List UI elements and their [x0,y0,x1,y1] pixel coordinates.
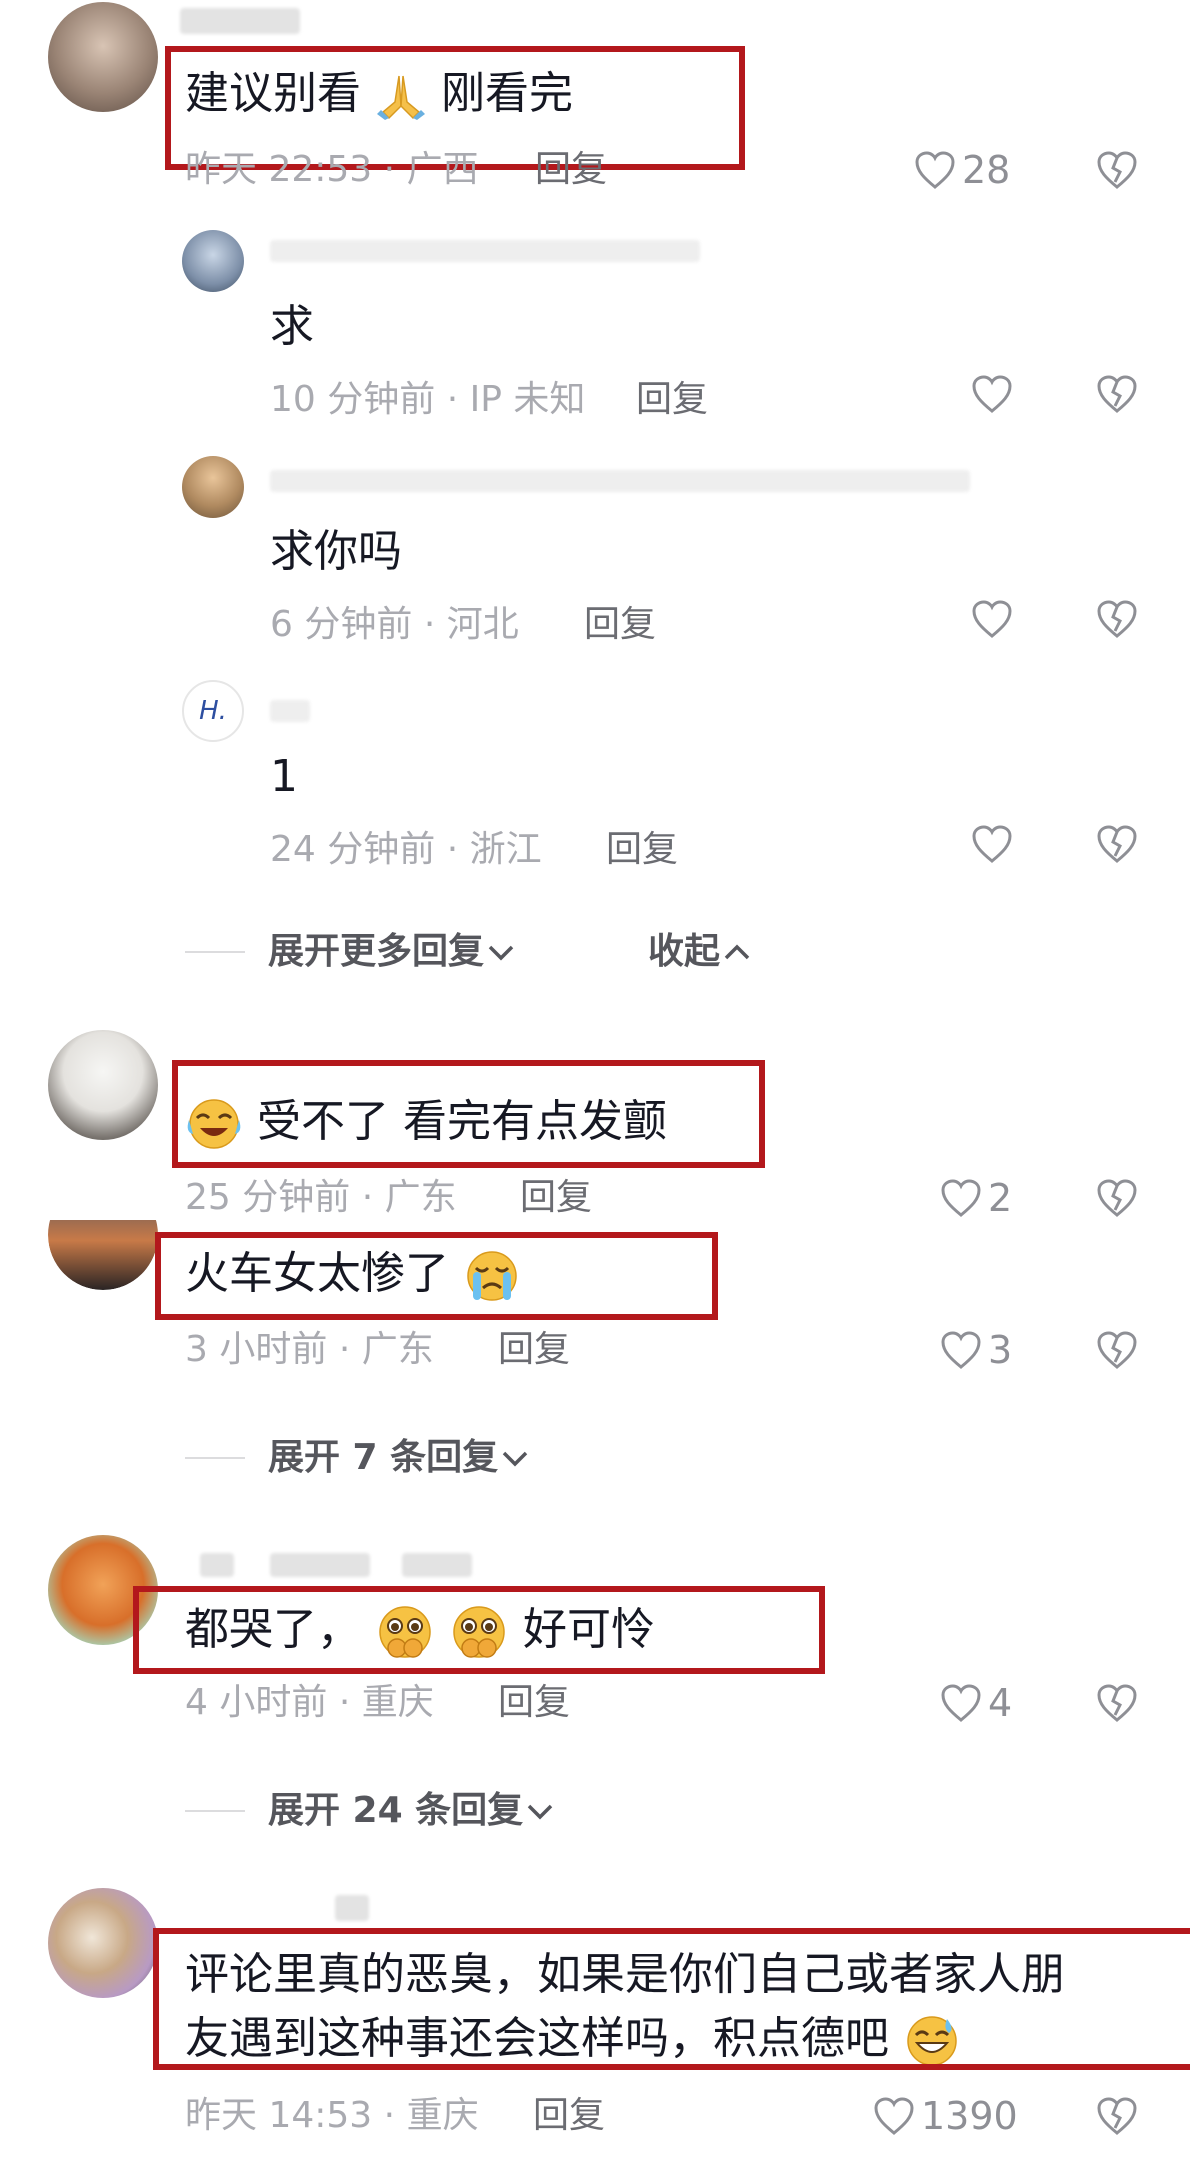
reply-avatar[interactable] [182,456,244,518]
reply-button[interactable]: 回复 [636,382,708,418]
highlight-box [155,1232,718,1320]
reply-button[interactable]: 回复 [498,1332,570,1368]
location: 重庆 [406,2095,479,2136]
comment-meta: 4 小时前 · 重庆 [185,1682,434,1723]
timestamp: 3 小时前 [185,1329,328,1370]
location: 广东 [384,1177,457,1218]
heart-icon[interactable] [971,374,1013,414]
heart-icon [915,151,955,189]
heart-icon[interactable] [971,824,1013,864]
location: IP 未知 [469,379,586,420]
heart-icon [941,1684,981,1722]
avatar[interactable] [48,2,158,112]
timestamp: 6 分钟前 [270,604,413,645]
heart-icon [941,1179,981,1217]
username-blurred [200,1553,234,1577]
avatar[interactable] [48,1030,158,1140]
dislike-heart-icon[interactable] [1096,374,1138,414]
like-button[interactable]: 4 [940,1683,1012,1723]
location: 河北 [446,604,519,645]
reply-button[interactable]: 回复 [606,832,678,868]
reply-text: 求你吗 [270,526,402,577]
reply-button[interactable]: 回复 [498,1685,570,1721]
like-count: 1390 [921,2094,1018,2138]
like-count: 4 [988,1681,1013,1725]
like-button[interactable]: 3 [940,1330,1012,1370]
chevron-up-icon [724,944,750,960]
dislike-heart-icon[interactable] [1096,2096,1138,2136]
divider [185,1457,245,1459]
reply-text: 求 [270,301,314,352]
chevron-down-icon [527,1804,553,1820]
expand-replies-button[interactable]: 展开 7 条回复 [268,1440,532,1476]
like-count: 2 [988,1176,1013,1220]
comment-meta: 昨天 22:53 · 广西 [185,149,479,190]
like-button[interactable]: 28 [914,150,1010,190]
divider [185,951,245,953]
comment-meta: 昨天 14:53 · 重庆 [185,2095,479,2136]
reply-button[interactable]: 回复 [520,1180,592,1216]
reply-avatar[interactable] [182,230,244,292]
heart-icon [941,1331,981,1369]
expand-more-replies-button[interactable]: 展开更多回复 [268,934,518,970]
heart-icon [874,2097,914,2135]
highlight-box [153,1928,1190,2070]
comment-meta: 3 小时前 · 广东 [185,1329,434,1370]
reply-meta: 24 分钟前 · 浙江 [270,829,542,870]
location: 广东 [361,1329,434,1370]
comment-meta: 25 分钟前 · 广东 [185,1177,457,1218]
dislike-heart-icon[interactable] [1096,150,1138,190]
like-button[interactable]: 2 [940,1178,1012,1218]
expand-replies-button[interactable]: 展开 24 条回复 [268,1793,557,1829]
dislike-heart-icon[interactable] [1096,1178,1138,1218]
heart-icon[interactable] [971,599,1013,639]
chevron-down-icon [502,1451,528,1467]
reply-meta: 6 分钟前 · 河北 [270,604,519,645]
timestamp: 10 分钟前 [270,379,436,420]
avatar-initial: H. [199,696,227,726]
reply-text: 1 [270,751,298,802]
dislike-heart-icon[interactable] [1096,824,1138,864]
username-blurred [270,1553,370,1577]
dislike-heart-icon[interactable] [1096,599,1138,639]
dislike-heart-icon[interactable] [1096,1683,1138,1723]
username-blurred [335,1895,369,1921]
reply-button[interactable]: 回复 [535,152,607,188]
timestamp: 4 小时前 [185,1682,328,1723]
timestamp: 25 分钟前 [185,1177,351,1218]
like-count: 3 [988,1328,1013,1372]
avatar[interactable] [48,1220,158,1290]
username-blurred [270,240,700,262]
highlight-box [133,1586,825,1674]
collapse-button[interactable]: 收起 [648,934,754,970]
dislike-heart-icon[interactable] [1096,1330,1138,1370]
username-blurred [402,1553,472,1577]
username-blurred [180,8,300,34]
chevron-down-icon [488,945,514,961]
timestamp: 昨天 14:53 [185,2095,373,2136]
location: 重庆 [361,1682,434,1723]
like-count: 28 [962,148,1011,192]
timestamp: 24 分钟前 [270,829,436,870]
reply-avatar[interactable]: H. [182,680,244,742]
timestamp: 昨天 22:53 [185,149,373,190]
username-blurred [270,470,970,492]
location: 浙江 [469,829,542,870]
like-button[interactable]: 1390 [873,2096,1018,2136]
username-blurred [270,700,310,722]
reply-button[interactable]: 回复 [533,2098,605,2134]
divider [185,1810,245,1812]
reply-button[interactable]: 回复 [584,607,656,643]
location: 广西 [406,149,479,190]
avatar[interactable] [48,1888,158,1998]
highlight-box [172,1060,765,1168]
reply-meta: 10 分钟前 · IP 未知 [270,379,586,420]
